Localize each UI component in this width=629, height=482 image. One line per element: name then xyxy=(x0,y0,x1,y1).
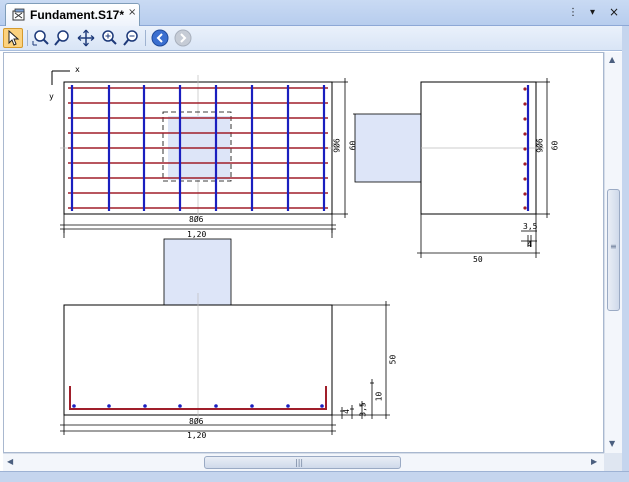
pan-button[interactable] xyxy=(76,28,96,48)
column-side-view xyxy=(354,113,422,183)
zoom-button[interactable] xyxy=(53,28,73,48)
section-view xyxy=(60,238,390,435)
zoom-icon xyxy=(54,30,69,46)
section-width-label: 1,20 xyxy=(187,431,207,440)
select-tool-button[interactable] xyxy=(3,28,23,48)
pin-icon[interactable]: ⋮ xyxy=(568,7,578,18)
plan-bottom-rebar-label: 8Ø6 xyxy=(189,215,204,224)
column-section xyxy=(163,238,232,306)
window-frame-right xyxy=(622,26,629,471)
back-icon xyxy=(151,29,169,47)
plan-view xyxy=(60,75,348,238)
side-width-label: 50 xyxy=(473,255,483,264)
scroll-down-icon[interactable]: ▼ xyxy=(609,439,615,448)
grip-icon: ||| xyxy=(295,458,304,467)
document-tab[interactable]: Fundament.S17* × xyxy=(5,3,140,26)
side-rebar-label: 9Ø6 xyxy=(535,138,545,153)
horizontal-scroll-thumb[interactable]: ||| xyxy=(204,456,401,469)
vertical-scrollbar[interactable]: ▲ ≡ ▼ xyxy=(604,52,622,453)
zoom-out-button[interactable] xyxy=(122,28,142,48)
plan-column-label: 60 xyxy=(348,140,358,151)
foundation-drawing xyxy=(51,70,550,435)
select-arrow-icon xyxy=(8,30,20,46)
side-cover-small-label: 4 xyxy=(527,240,532,249)
drawing-canvas[interactable]: x y 8Ø6 1,20 9Ø6 60 9Ø6 60 3,5 4 50 8Ø6 … xyxy=(3,52,604,453)
vertical-scroll-thumb[interactable]: ≡ xyxy=(607,189,620,311)
toolbar xyxy=(0,26,629,51)
zoom-window-button[interactable] xyxy=(31,28,51,48)
horizontal-scrollbar[interactable]: ◀ ||| ▶ xyxy=(3,453,604,471)
section-dim-35-label: 3,5 xyxy=(358,402,368,417)
scroll-right-icon[interactable]: ▶ xyxy=(591,457,597,466)
title-bar: Fundament.S17* × ⋮ ▾ × xyxy=(0,0,629,26)
plan-side-rebar-label: 9Ø6 xyxy=(332,138,342,153)
forward-button[interactable] xyxy=(173,28,193,48)
plan-width-label: 1,20 xyxy=(187,230,207,239)
side-view xyxy=(417,78,550,258)
scroll-up-icon[interactable]: ▲ xyxy=(609,55,615,64)
back-button[interactable] xyxy=(150,28,170,48)
zoom-out-icon xyxy=(123,30,138,46)
zoom-in-icon xyxy=(102,30,117,45)
forward-icon xyxy=(174,29,192,47)
tab-close-icon[interactable]: × xyxy=(128,7,136,18)
window-frame-bottom xyxy=(0,471,629,482)
grip-icon: ≡ xyxy=(610,242,617,251)
tab-title: Fundament.S17* xyxy=(30,8,125,22)
side-height-label: 60 xyxy=(550,140,560,151)
section-dim-4-label: 4 xyxy=(341,409,351,414)
zoom-window-icon xyxy=(32,30,49,46)
side-cover-label: 3,5 xyxy=(523,222,538,231)
section-height-label: 50 xyxy=(388,354,398,365)
axis-x-label: x xyxy=(75,65,80,74)
scrollbar-corner xyxy=(604,453,622,471)
window-close-icon[interactable]: × xyxy=(609,5,619,19)
zoom-in-button[interactable] xyxy=(99,28,119,48)
document-icon xyxy=(12,8,25,21)
toolbar-separator xyxy=(145,30,146,46)
pan-icon xyxy=(77,29,95,47)
window-menu-icon[interactable]: ▾ xyxy=(590,7,595,18)
axis-y-label: y xyxy=(49,92,54,101)
section-rebar-label: 8Ø6 xyxy=(189,417,204,426)
section-dim-10-label: 10 xyxy=(374,391,384,402)
toolbar-separator xyxy=(27,30,28,46)
scroll-left-icon[interactable]: ◀ xyxy=(7,457,13,466)
